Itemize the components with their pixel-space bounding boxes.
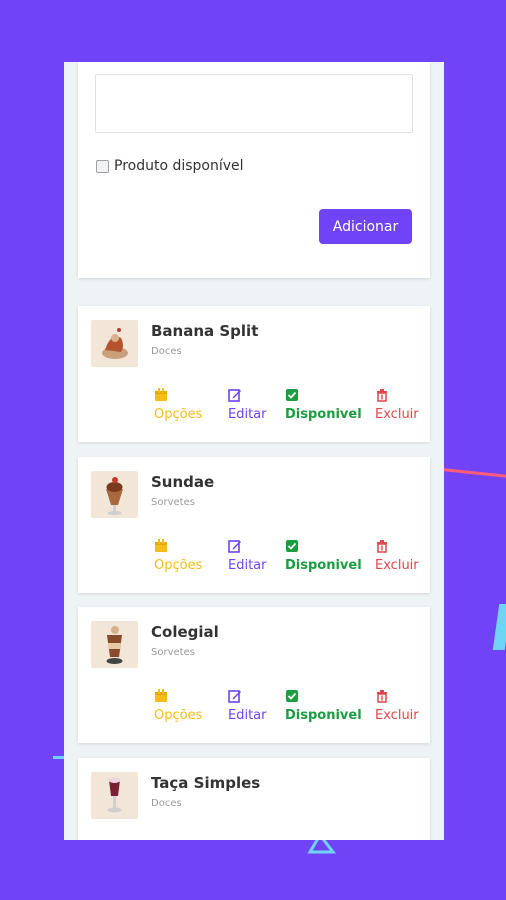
product-name: Sundae [151,473,215,491]
check-square-icon [286,540,298,552]
delete-button[interactable]: Excluir [375,539,419,573]
product-category: Sorvetes [151,647,195,658]
decorative-bar [492,604,506,650]
edit-label: Editar [228,708,267,723]
check-square-icon [286,690,298,702]
available-toggle[interactable]: Disponivel [285,689,362,723]
description-textarea[interactable] [95,74,413,133]
available-toggle[interactable]: Disponivel [285,539,362,573]
product-form: Produto disponível Adicionar [78,62,430,278]
delete-label: Excluir [375,558,419,573]
edit-button[interactable]: Editar [228,539,267,573]
available-status-label: Disponivel [285,708,362,723]
check-square-icon [286,389,298,401]
app-panel: Produto disponível Adicionar Banana Spli… [64,62,444,840]
product-card: Taça Simples Doces [78,758,430,840]
delete-label: Excluir [375,407,419,422]
available-checkbox[interactable] [96,159,109,173]
edit-label: Editar [228,407,267,422]
product-image [91,320,138,367]
delete-button[interactable]: Excluir [375,388,419,422]
product-category: Doces [151,346,182,357]
product-category: Sorvetes [151,497,195,508]
edit-button[interactable]: Editar [228,388,267,422]
product-card: Sundae Sorvetes Opções Editar Disponivel… [78,457,430,593]
available-toggle[interactable]: Disponivel [285,388,362,422]
delete-button[interactable]: Excluir [375,689,419,723]
options-label: Opções [154,407,203,422]
product-category: Doces [151,798,182,809]
product-name: Banana Split [151,322,259,340]
product-image [91,621,138,668]
trash-icon [377,389,387,402]
options-label: Opções [154,558,203,573]
edit-button[interactable]: Editar [228,689,267,723]
product-image [91,471,138,518]
edit-label: Editar [228,558,267,573]
available-label: Produto disponível [114,158,244,174]
options-button[interactable]: Opções [154,388,202,422]
available-status-label: Disponivel [285,558,362,573]
delete-label: Excluir [375,708,419,723]
available-checkbox-row[interactable]: Produto disponível [96,158,244,174]
product-name: Colegial [151,623,219,641]
options-label: Opções [154,708,203,723]
decorative-line [441,468,506,480]
options-button[interactable]: Opções [154,689,202,723]
product-name: Taça Simples [151,774,261,792]
trash-icon [377,540,387,553]
edit-icon [228,389,241,402]
edit-icon [228,540,241,553]
product-card: Banana Split Doces Opções Editar Disponi… [78,306,430,442]
box-icon [155,388,167,401]
box-icon [155,539,167,552]
box-icon [155,689,167,702]
trash-icon [377,690,387,703]
options-button[interactable]: Opções [154,539,202,573]
add-button[interactable]: Adicionar [319,209,412,244]
available-status-label: Disponivel [285,407,362,422]
edit-icon [228,690,241,703]
product-image [91,772,138,819]
product-card: Colegial Sorvetes Opções Editar Disponiv… [78,607,430,743]
